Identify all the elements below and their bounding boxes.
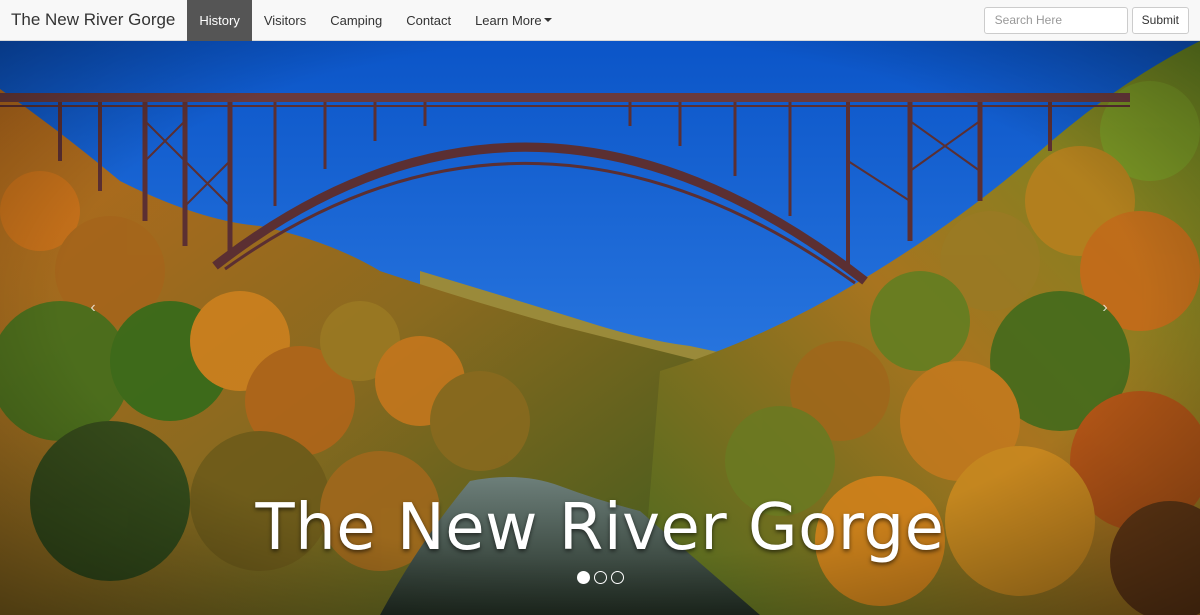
carousel-indicators <box>0 571 1200 584</box>
search-input[interactable] <box>983 6 1128 34</box>
nav-item-visitors[interactable]: Visitors <box>252 0 318 41</box>
nav-item-label: Camping <box>330 12 383 28</box>
submit-button[interactable]: Submit <box>1131 6 1189 34</box>
nav-item-learn-more-dropdown[interactable]: Learn More <box>463 0 563 41</box>
carousel-indicator-3[interactable] <box>610 571 624 584</box>
nav-item-camping[interactable]: Camping <box>318 0 394 41</box>
search-form: Submit <box>983 6 1200 34</box>
nav-item-label: Visitors <box>263 12 307 28</box>
carousel-next-button[interactable]: › <box>1090 299 1120 317</box>
carousel-caption: The New River Gorge <box>255 491 945 565</box>
carousel-indicator-1[interactable] <box>576 571 590 584</box>
nav-item-label: Learn More <box>475 12 542 28</box>
carousel-indicator-2[interactable] <box>593 571 607 584</box>
nav-item-history[interactable]: History <box>187 0 252 41</box>
caret-down-icon <box>543 18 552 22</box>
brand-link[interactable]: The New River Gorge <box>0 0 187 41</box>
top-navbar: The New River Gorge History Visitors Cam… <box>0 0 1200 41</box>
nav-item-label: History <box>199 12 240 28</box>
carousel-prev-button[interactable]: ‹ <box>78 299 108 317</box>
hero-carousel: ‹ › The New River Gorge <box>0 41 1200 615</box>
nav-item-label: Contact <box>406 12 452 28</box>
nav-item-contact[interactable]: Contact <box>394 0 463 41</box>
nav-menu: History Visitors Camping Contact Learn M… <box>187 0 563 41</box>
